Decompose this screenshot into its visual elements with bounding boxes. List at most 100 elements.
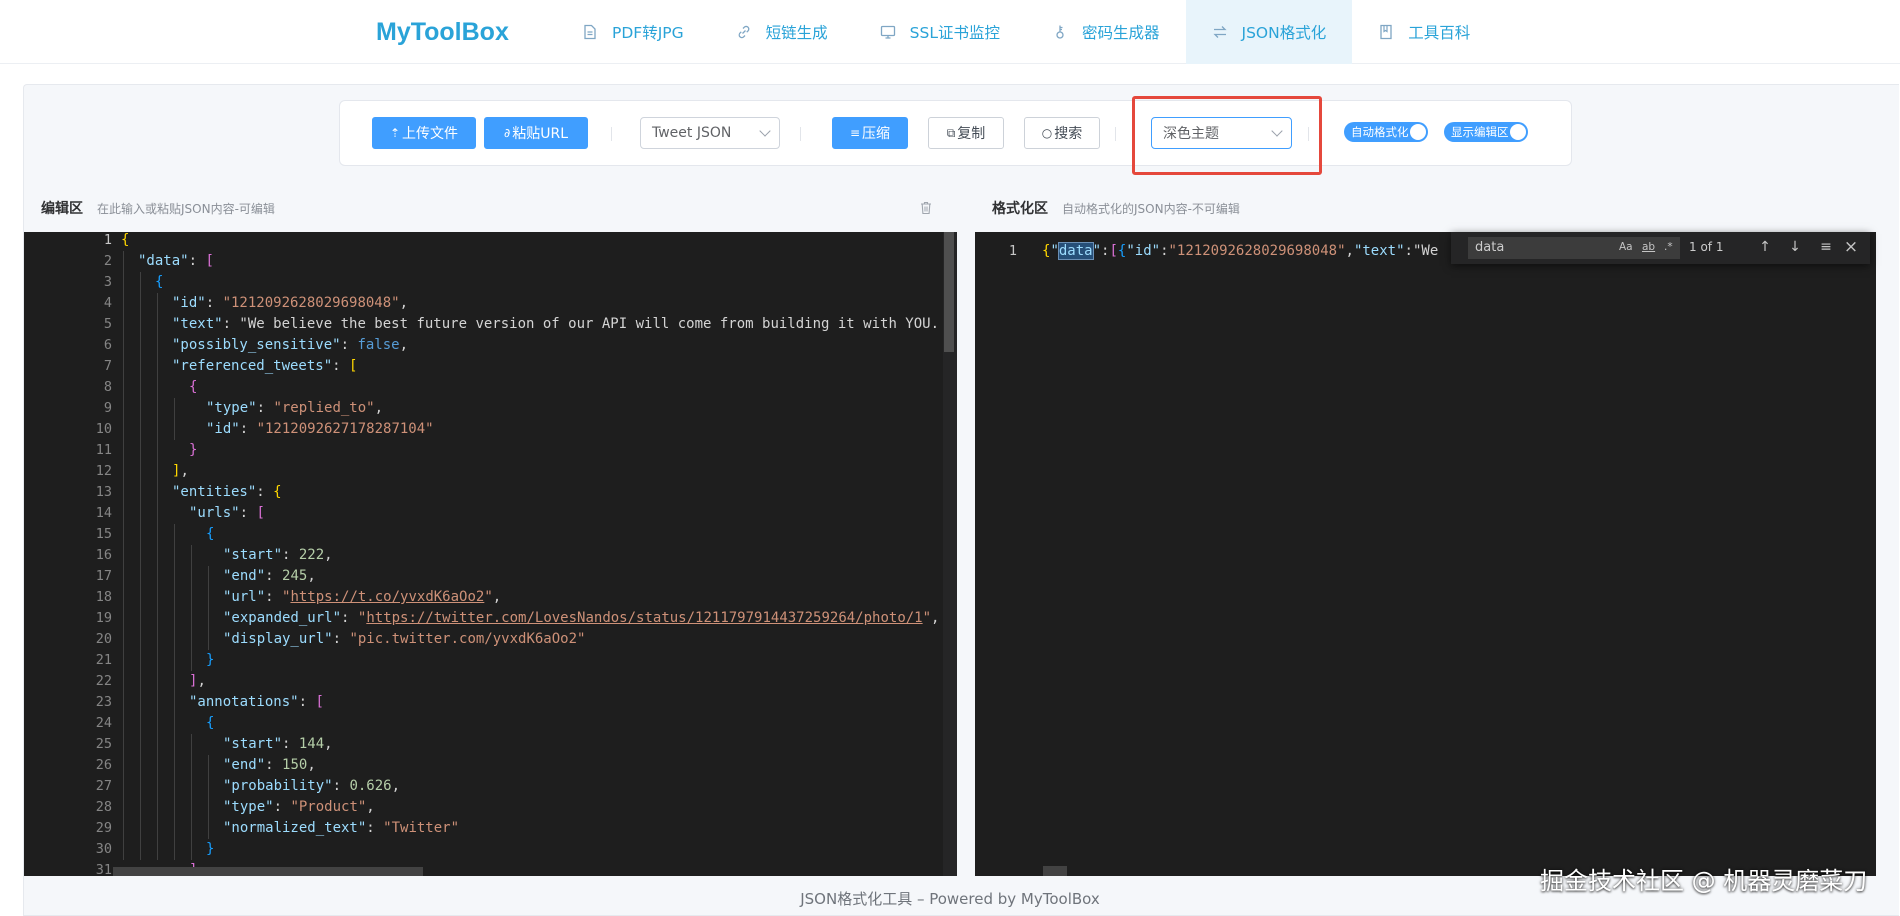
editor-vertical-scrollbar[interactable] [943, 232, 957, 876]
annotation-highlight-box [1132, 96, 1322, 175]
key-icon [1052, 24, 1068, 40]
code-line: "id": "1212092627178287104" [206, 421, 434, 437]
line-number: 7 [103, 358, 112, 374]
code-line: ], [172, 463, 189, 479]
code-line: "text": "We believe the best future vers… [172, 316, 957, 332]
search-label: 搜索 [1054, 126, 1083, 142]
whole-word-toggle[interactable]: ab [1642, 241, 1655, 253]
code-line: { [189, 379, 198, 395]
code-line: "display_url": "pic.twitter.com/yvxdK6aO… [223, 631, 586, 647]
indent-guide [174, 398, 175, 440]
panel-splitter[interactable] [957, 184, 965, 876]
formatted-horizontal-scrollbar[interactable] [1043, 866, 1067, 876]
code-line: "type": "Product", [223, 799, 375, 815]
code-line: "normalized_text": "Twitter" [223, 820, 460, 836]
toolbar-divider [1308, 127, 1309, 141]
indent-guide [157, 293, 158, 860]
nav-item-json-formatter[interactable]: JSON格式化 [1185, 0, 1353, 64]
line-number: 24 [95, 715, 112, 731]
find-input[interactable]: data Aa ab .* [1468, 237, 1680, 259]
json-editor[interactable]: 1 2 3 4 5 6 7 8 9 10 11 12 13 14 15 16 17 18 19 20 21 22 23 24 2… [24, 232, 957, 876]
find-widget: data Aa ab .* 1 of 1 ↑ ↓ ≡ × [1451, 232, 1870, 264]
code-line: "id": "1212092628029698048", [172, 295, 409, 311]
paste-url-button[interactable]: ∂ 粘贴URL [484, 117, 588, 149]
code-area[interactable]: { "data": [ { "id": "1212092628029698048", "… [121, 232, 957, 876]
close-icon[interactable]: × [1843, 237, 1859, 257]
editor-panel-subtitle: 在此输入或粘贴JSON内容-可编辑 [97, 201, 275, 216]
nav-item-tool-wiki[interactable]: 工具百科 [1352, 0, 1496, 64]
previous-match-icon[interactable]: ↑ [1757, 239, 1773, 257]
line-number: 22 [95, 673, 112, 689]
next-match-icon[interactable]: ↓ [1787, 239, 1803, 257]
line-number: 30 [95, 841, 112, 857]
show-editor-label: 显示编辑区 [1451, 125, 1509, 139]
show-editor-toggle[interactable]: 显示编辑区 [1444, 122, 1528, 142]
upload-file-button[interactable]: ⇡ 上传文件 [372, 117, 476, 149]
nav-item-pdf-to-jpg[interactable]: PDF转JPG [556, 0, 710, 64]
upload-file-label: 上传文件 [402, 126, 459, 142]
find-in-selection-icon[interactable]: ≡ [1818, 239, 1834, 257]
code-line: "start": 144, [223, 736, 333, 752]
nav-item-ssl-monitor[interactable]: SSL证书监控 [854, 0, 1026, 64]
nav-item-password-generator[interactable]: 密码生成器 [1026, 0, 1186, 64]
link-icon [736, 24, 752, 40]
code-line: "data": [ [138, 253, 214, 269]
trash-icon[interactable] [920, 201, 932, 215]
line-number: 9 [103, 400, 112, 416]
editor-horizontal-scrollbar[interactable] [113, 867, 423, 876]
code-line: "start": 222, [223, 547, 333, 563]
search-button[interactable]: ○ 搜索 [1024, 117, 1100, 149]
code-line: "referenced_tweets": [ [172, 358, 358, 374]
nav-item-short-link[interactable]: 短链生成 [710, 0, 854, 64]
regex-toggle[interactable]: .* [1664, 241, 1673, 253]
paste-url-label: 粘贴URL [512, 126, 568, 142]
line-number: 1 [1008, 243, 1017, 259]
code-line: } [206, 841, 215, 857]
line-number: 29 [95, 820, 112, 836]
line-number: 16 [95, 547, 112, 563]
match-case-toggle[interactable]: Aa [1619, 241, 1633, 253]
json-formatted-view[interactable]: 1 {"data":[{"id":"1212092628029698048","… [975, 232, 1876, 876]
toggle-knob [1510, 124, 1526, 140]
line-number: 1 [103, 232, 112, 248]
top-nav-bar: MyToolBox PDF转JPG 短链生成 SSL证书监控 密码生成器 JSO… [0, 0, 1900, 64]
editor-panel-title: 编辑区 [41, 201, 83, 217]
line-number: 10 [95, 421, 112, 437]
brand-logo[interactable]: MyToolBox [376, 18, 509, 47]
watermark-text: 掘金技术社区 @ 机器灵磨菜刀 [1540, 867, 1868, 895]
toolbar-divider [800, 127, 801, 141]
code-line: } [206, 652, 215, 668]
formatted-code-line: {"data":[{"id":"1212092628029698048","te… [1042, 242, 1439, 260]
code-line: ], [189, 673, 206, 689]
nav-label: PDF转JPG [612, 24, 684, 42]
line-number: 4 [103, 295, 112, 311]
line-number: 21 [95, 652, 112, 668]
line-number: 17 [95, 568, 112, 584]
toolbar-divider [611, 127, 612, 141]
indent-guide [191, 545, 192, 671]
copy-label: 复制 [957, 126, 986, 142]
line-number: 14 [95, 505, 112, 521]
indent-guide [191, 734, 192, 860]
sample-json-select[interactable]: Tweet JSON [640, 117, 780, 149]
format-panel-header: 格式化区 自动格式化的JSON内容-不可编辑 [975, 184, 1876, 232]
code-line: "end": 245, [223, 568, 316, 584]
line-number: 28 [95, 799, 112, 815]
line-number: 31 [95, 862, 112, 876]
line-number: 19 [95, 610, 112, 626]
code-line: "urls": [ [189, 505, 265, 521]
swap-icon [1212, 24, 1228, 40]
indent-guide [174, 524, 175, 860]
file-icon [582, 24, 598, 40]
compress-button[interactable]: ≡ 压缩 [832, 117, 908, 149]
nav-label: SSL证书监控 [909, 24, 1000, 42]
code-line: { [206, 715, 215, 731]
nav-label: JSON格式化 [1241, 24, 1327, 42]
auto-format-toggle[interactable]: 自动格式化 [1344, 122, 1428, 142]
line-number: 13 [95, 484, 112, 500]
line-number: 8 [103, 379, 112, 395]
toggle-knob [1410, 124, 1426, 140]
find-query: data [1475, 240, 1505, 255]
scrollbar-thumb[interactable] [944, 232, 954, 352]
copy-button[interactable]: ⧉ 复制 [928, 117, 1004, 149]
